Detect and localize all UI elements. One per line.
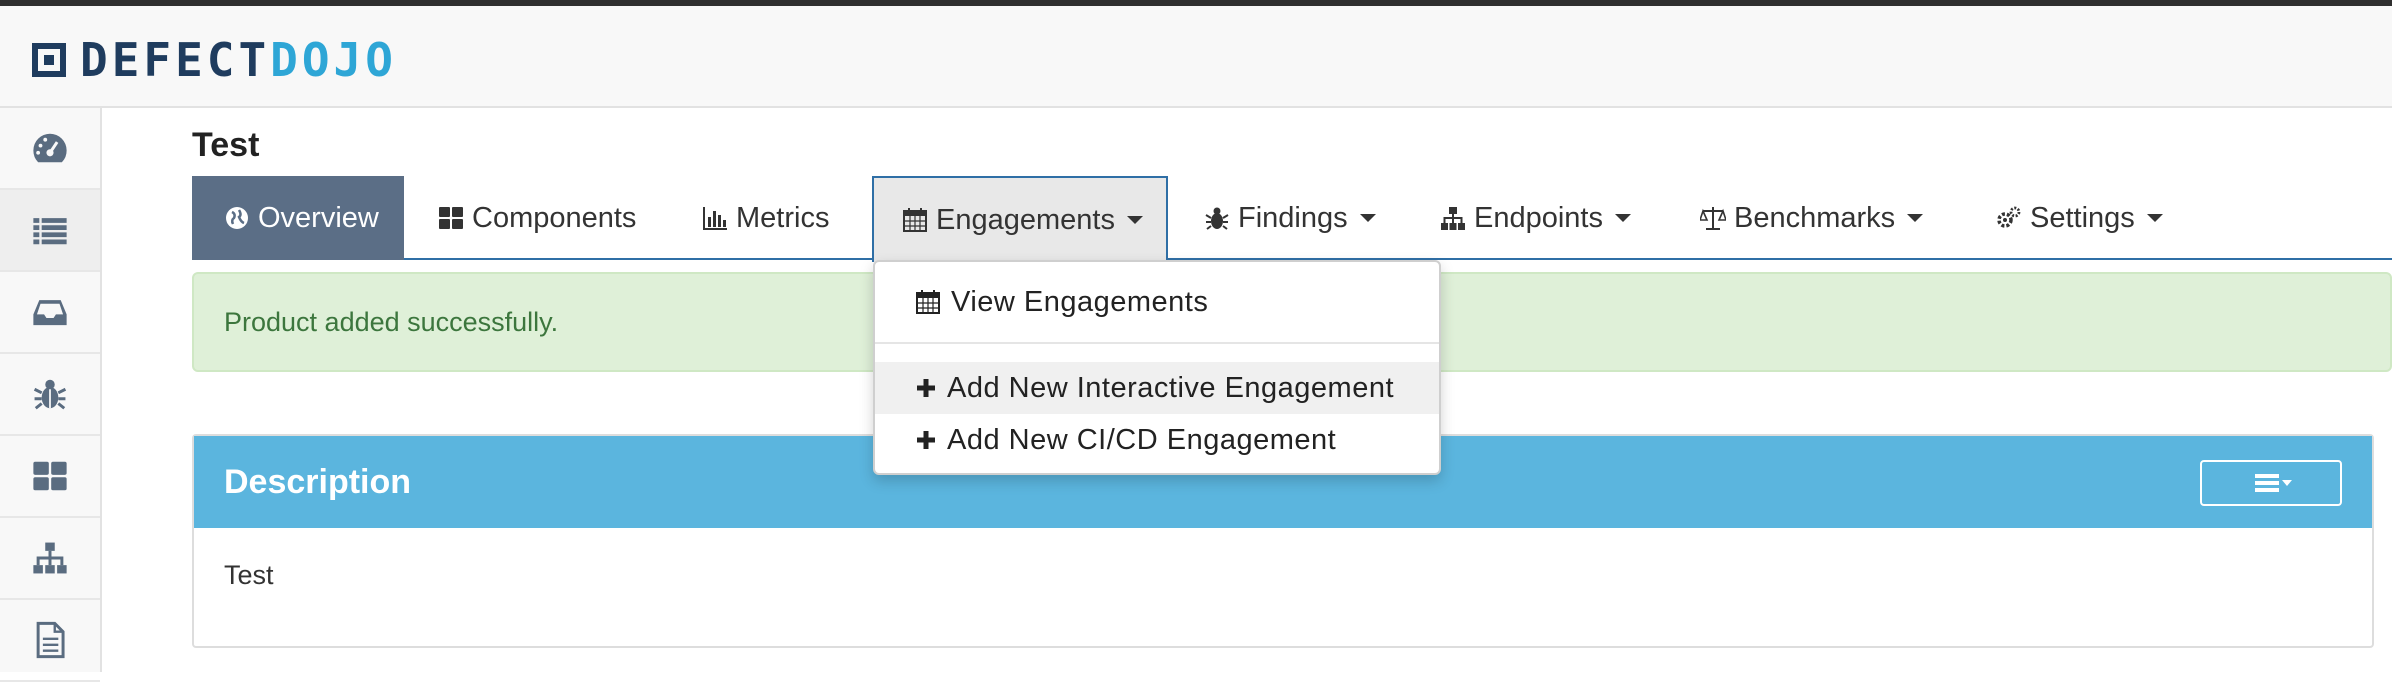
menu-item-add-cicd-engagement[interactable]: Add New CI/CD Engagement — [875, 414, 1439, 466]
menu-item-label: Add New Interactive Engagement — [947, 371, 1395, 404]
hamburger-menu-icon — [2255, 474, 2292, 492]
tab-settings-label: Settings — [2030, 201, 2135, 234]
logo-mark-icon — [32, 43, 66, 77]
plus-icon — [917, 431, 935, 449]
panel-menu-button[interactable] — [2200, 460, 2342, 506]
tab-overview-label: Overview — [258, 201, 379, 234]
tab-findings-label: Findings — [1238, 201, 1348, 234]
components-icon — [439, 207, 463, 229]
tab-overview[interactable]: Overview — [192, 176, 404, 260]
tab-benchmarks-label: Benchmarks — [1734, 201, 1896, 234]
globe-icon — [226, 207, 248, 229]
product-nav-tabs: Overview Components Metrics Engagements … — [192, 176, 2392, 262]
bug-icon — [33, 379, 67, 410]
panel-body: Test — [194, 528, 2372, 623]
tab-findings[interactable]: Findings — [1204, 176, 1376, 260]
alert-message: Product added successfully. — [224, 306, 559, 337]
chevron-down-icon — [1359, 214, 1376, 222]
sidebar-item-dashboard[interactable] — [0, 108, 100, 190]
bug-icon — [1205, 207, 1229, 230]
tab-components-label: Components — [472, 201, 637, 234]
chevron-down-icon — [1907, 214, 1924, 222]
panel-title: Description — [224, 462, 412, 501]
menu-divider — [875, 342, 1439, 344]
menu-item-label: Add New CI/CD Engagement — [947, 423, 1337, 456]
tab-endpoints-label: Endpoints — [1474, 201, 1603, 234]
logo-text-defect: DEFECT — [80, 33, 271, 87]
dashboard-icon — [33, 133, 67, 163]
tab-benchmarks[interactable]: Benchmarks — [1700, 176, 1924, 260]
tab-settings[interactable]: Settings — [1996, 176, 2163, 260]
description-text: Test — [224, 560, 274, 590]
inbox-icon — [33, 300, 67, 326]
sidebar-item-endpoints[interactable] — [0, 518, 100, 600]
app-header: DEFECTDOJO — [0, 6, 2392, 108]
tab-endpoints[interactable]: Endpoints — [1440, 176, 1631, 260]
menu-item-view-engagements[interactable]: View Engagements — [875, 276, 1439, 328]
tab-metrics-label: Metrics — [736, 201, 830, 234]
page-title: Test — [192, 126, 260, 164]
sidebar-item-engagements[interactable] — [0, 272, 100, 354]
defectdojo-logo[interactable]: DEFECTDOJO — [32, 37, 397, 83]
bar-chart-icon — [703, 207, 727, 230]
tab-metrics[interactable]: Metrics — [702, 176, 829, 260]
plus-icon — [917, 379, 935, 397]
sitemap-icon — [1441, 207, 1465, 230]
menu-item-label: View Engagements — [951, 285, 1209, 318]
tab-engagements[interactable]: Engagements — [872, 176, 1168, 262]
document-icon — [36, 621, 65, 659]
menu-item-add-interactive-engagement[interactable]: Add New Interactive Engagement — [875, 362, 1439, 414]
gears-icon — [1997, 206, 2021, 228]
tab-engagements-label: Engagements — [936, 203, 1115, 236]
calendar-icon — [916, 290, 940, 314]
list-icon — [33, 218, 67, 245]
chevron-down-icon — [2146, 214, 2163, 222]
chevron-down-icon — [1615, 214, 1631, 222]
sidebar — [0, 108, 102, 682]
sidebar-item-products[interactable] — [0, 190, 100, 272]
tab-components[interactable]: Components — [438, 176, 636, 260]
logo-text-dojo: DOJO — [270, 33, 397, 87]
engagements-dropdown-menu: View Engagements Add New Interactive Eng… — [873, 260, 1441, 475]
sidebar-item-components[interactable] — [0, 436, 100, 518]
calendar-icon — [903, 208, 927, 232]
sitemap-icon — [33, 542, 67, 574]
sidebar-item-reports[interactable] — [0, 600, 100, 682]
chevron-down-icon — [1126, 216, 1143, 224]
balance-icon — [1700, 207, 1726, 230]
grid-icon — [33, 461, 67, 491]
sidebar-item-findings[interactable] — [0, 354, 100, 436]
